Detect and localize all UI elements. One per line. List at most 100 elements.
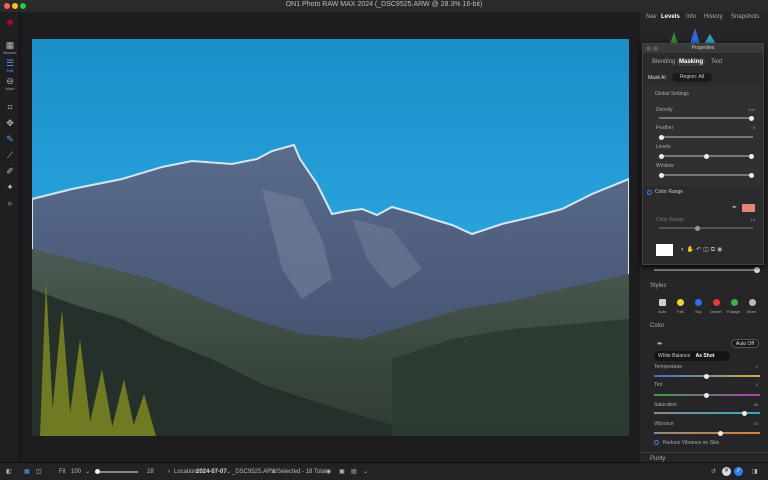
style-sky-swatch[interactable] xyxy=(695,299,702,306)
zoom-dropdown-icon[interactable]: ⌄ xyxy=(85,467,90,477)
zoom-slider-knob[interactable] xyxy=(95,469,100,474)
window-slider[interactable] xyxy=(659,172,754,178)
overlay-icon[interactable]: ▤ xyxy=(351,467,357,477)
fit-label[interactable]: Fit xyxy=(59,467,66,477)
color-range-slider[interactable] xyxy=(659,225,753,231)
window-title: ON1 Photo RAW MAX 2024 (_DSC9525.ARW @ 2… xyxy=(285,1,483,8)
reduce-vibrance-radio[interactable] xyxy=(654,440,659,445)
style-more-swatch[interactable] xyxy=(749,299,756,306)
style-fall-swatch[interactable] xyxy=(677,299,684,306)
window-low-knob[interactable] xyxy=(659,172,664,178)
vibrance-label: Vibrance xyxy=(654,421,674,427)
location-date[interactable]: 2024-07-07 xyxy=(196,467,227,477)
eraser-icon[interactable]: ✐ xyxy=(2,164,18,178)
tab-masking[interactable]: Masking xyxy=(677,58,706,66)
levels-label: Levels xyxy=(656,144,671,150)
density-slider-knob[interactable] xyxy=(754,267,760,273)
color-range-value: 15 xyxy=(750,217,755,222)
selection-count: 1 Selected - 18 Total xyxy=(272,469,327,475)
photo-preview[interactable] xyxy=(32,39,629,436)
browse-label: Browse xyxy=(3,50,17,55)
mask-brush-icon[interactable]: ⟋ xyxy=(2,148,18,162)
style-desert-label: Desert xyxy=(710,309,722,314)
brush-icon[interactable]: ✎ xyxy=(2,132,18,146)
temperature-knob[interactable] xyxy=(704,373,709,379)
color-range-label: Color Range xyxy=(655,189,684,195)
global-settings-label: Global Settings xyxy=(655,91,689,97)
properties-title: Properties xyxy=(691,45,715,51)
temperature-value: 0 xyxy=(755,364,758,369)
color-range-swatch[interactable] xyxy=(742,204,755,212)
zoom-value[interactable]: 100 xyxy=(71,467,81,477)
temperature-slider[interactable] xyxy=(654,373,760,379)
density-slider[interactable] xyxy=(659,115,754,121)
style-auto-icon[interactable] xyxy=(659,299,666,306)
properties-panel: Properties Blending Masking Text Mask AI… xyxy=(642,43,764,265)
tab-levels[interactable]: Levels xyxy=(661,14,680,20)
undo-icon[interactable]: ↺ xyxy=(711,467,716,477)
density-knob[interactable] xyxy=(749,115,754,121)
style-sky-label: Sky xyxy=(695,309,702,314)
tab-text[interactable]: Text xyxy=(709,58,724,66)
back-arrow-icon[interactable]: ‹ xyxy=(168,467,170,477)
crop-icon[interactable]: ⌗ xyxy=(2,100,18,114)
styles-label: Styles xyxy=(650,283,667,289)
window-high-knob[interactable] xyxy=(749,172,754,178)
region-dropdown[interactable]: Region: All xyxy=(672,73,712,82)
tab-blending[interactable]: Blending xyxy=(650,58,677,66)
move-icon[interactable]: ✥ xyxy=(2,116,18,130)
apply-icon[interactable]: ✓ xyxy=(734,467,743,476)
overlay-dropdown-icon[interactable]: ⌄ xyxy=(363,467,368,477)
properties-tabs: Blending Masking Text xyxy=(643,58,763,68)
density-label: Density xyxy=(656,107,673,113)
color-range-knob[interactable] xyxy=(695,225,700,231)
levels-black-knob[interactable] xyxy=(659,153,664,159)
zoom-slider[interactable] xyxy=(95,469,138,474)
saturation-value: 48 xyxy=(753,402,758,407)
preview-eye-icon[interactable]: ◉ xyxy=(326,467,331,477)
mask-thumbnail[interactable] xyxy=(656,244,673,256)
style-foliage-swatch[interactable] xyxy=(731,299,738,306)
properties-titlebar[interactable]: Properties xyxy=(643,44,763,53)
sidebar-toggle-icon[interactable]: ◧ xyxy=(6,467,12,477)
levels-slider[interactable] xyxy=(659,153,754,159)
color-range-eyedropper-icon[interactable]: ✒ xyxy=(732,204,737,211)
properties-close-button[interactable] xyxy=(646,46,651,51)
feather-label: Feather xyxy=(656,125,674,131)
zoom-tool-icon[interactable]: ⌕ xyxy=(2,196,18,210)
style-desert-swatch[interactable] xyxy=(713,299,720,306)
saturation-slider[interactable] xyxy=(654,410,760,416)
cancel-icon[interactable]: ✕ xyxy=(722,467,731,476)
auto-off-button[interactable]: Auto Off xyxy=(731,339,759,348)
grid-view-icon[interactable]: ▦ xyxy=(24,467,30,477)
compare-view-icon[interactable]: ◫ xyxy=(36,467,42,477)
tab-snapshots[interactable]: Snapshots xyxy=(731,14,759,20)
feather-slider[interactable] xyxy=(659,134,753,140)
right-panel-toggle-icon[interactable]: ◨ xyxy=(752,467,758,477)
retouch-icon[interactable]: ✦ xyxy=(2,180,18,194)
vibrance-slider[interactable] xyxy=(654,430,760,436)
vibrance-value: 15 xyxy=(753,421,758,426)
color-range-radio[interactable] xyxy=(647,190,652,195)
mask-tools-icons[interactable]: ◐✋↶◫⧉◉ xyxy=(681,246,724,254)
size-value: 28 xyxy=(147,469,154,475)
app-logo-icon: ◈ xyxy=(6,17,14,28)
tab-history[interactable]: History xyxy=(704,14,723,20)
compare-icon[interactable]: ▣ xyxy=(339,467,345,477)
density-slider-bottom[interactable] xyxy=(654,269,760,271)
feather-knob[interactable] xyxy=(659,134,664,140)
eyedropper-icon[interactable]: ✒ xyxy=(657,340,663,348)
location-chevron-icon[interactable]: ⌄ xyxy=(226,467,231,477)
levels-mid-knob[interactable] xyxy=(704,153,709,159)
tab-info[interactable]: Info xyxy=(686,14,696,20)
saturation-knob[interactable] xyxy=(742,410,747,416)
white-balance-select[interactable]: White Balance As Shot xyxy=(654,351,730,361)
levels-white-knob[interactable] xyxy=(749,153,754,159)
tab-nav[interactable]: Nav xyxy=(646,14,657,20)
tint-slider[interactable] xyxy=(654,392,760,398)
vibrance-knob[interactable] xyxy=(718,430,723,436)
style-fall-label: Fall xyxy=(677,309,684,314)
bottom-bar: ◧ ▦ ◫ Fit 100 ⌄ 28 ‹ Location 2024-07-07… xyxy=(0,462,768,480)
properties-minimize-button[interactable] xyxy=(653,46,658,51)
tint-knob[interactable] xyxy=(704,392,709,398)
